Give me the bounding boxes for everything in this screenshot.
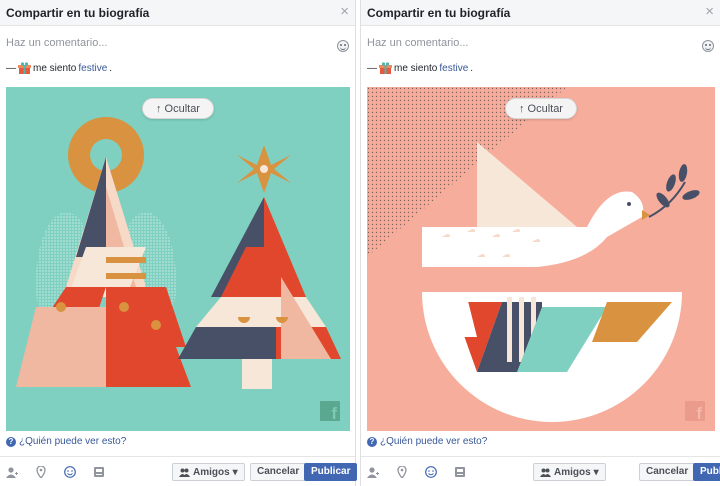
hide-label: Ocultar xyxy=(164,102,200,115)
emoji-picker-icon[interactable] xyxy=(702,40,714,52)
privacy-label: ¿Quién puede ver esto? xyxy=(19,436,127,447)
shared-image-trees: ↑ Ocultar f xyxy=(6,87,350,431)
feeling-period: . xyxy=(470,62,474,74)
feeling-value-link[interactable]: festive xyxy=(78,63,107,74)
feeling-text: me siento xyxy=(33,62,77,74)
facebook-logo-icon: f xyxy=(320,401,340,423)
privacy-help-link[interactable]: ? ¿Quién puede ver esto? xyxy=(367,436,487,447)
feeling-text: me siento xyxy=(394,62,438,74)
location-pin-icon[interactable] xyxy=(396,466,408,478)
friends-icon xyxy=(540,468,551,477)
dialog-header: Compartir en tu biografía × xyxy=(361,0,720,26)
comment-input[interactable]: Haz un comentario... xyxy=(6,37,108,49)
chevron-down-icon: ▾ xyxy=(232,466,238,478)
feeling-value-link[interactable]: festive xyxy=(439,63,468,74)
tag-friends-icon[interactable] xyxy=(6,466,18,478)
arrow-up-icon: ↑ xyxy=(519,102,525,115)
feeling-period: . xyxy=(109,62,113,74)
hide-label: Ocultar xyxy=(527,102,563,115)
privacy-help-link[interactable]: ? ¿Quién puede ver esto? xyxy=(6,436,126,447)
comment-input[interactable]: Haz un comentario... xyxy=(367,37,469,49)
hide-image-button[interactable]: ↑ Ocultar xyxy=(505,98,577,119)
sticker-icon[interactable] xyxy=(454,466,466,478)
publish-button[interactable]: Publicar xyxy=(304,463,358,481)
audience-selector[interactable]: Amigos ▾ xyxy=(172,463,245,481)
gift-icon xyxy=(18,62,31,74)
publish-button[interactable]: Publicar xyxy=(693,463,720,481)
comment-row: Haz un comentario... xyxy=(0,26,355,60)
shared-image-dove: ↑ Ocultar f xyxy=(367,87,715,431)
dialog-title: Compartir en tu biografía xyxy=(6,6,150,20)
question-icon: ? xyxy=(6,436,16,447)
location-pin-icon[interactable] xyxy=(35,466,47,478)
friends-icon xyxy=(179,468,190,477)
facebook-logo-icon: f xyxy=(685,401,705,423)
question-icon: ? xyxy=(367,436,377,447)
dialog-title: Compartir en tu biografía xyxy=(367,6,511,20)
comment-row: Haz un comentario... xyxy=(361,26,720,60)
audience-label: Amigos xyxy=(193,466,230,478)
share-dialog-right: Compartir en tu biografía × Haz un comen… xyxy=(360,0,720,486)
feeling-activity: — me siento festive . xyxy=(367,62,473,74)
tag-friends-icon[interactable] xyxy=(367,466,379,478)
audience-selector[interactable]: Amigos ▾ xyxy=(533,463,606,481)
emoji-icon[interactable] xyxy=(64,466,76,478)
cancel-button[interactable]: Cancelar xyxy=(250,463,307,481)
gift-icon xyxy=(379,62,392,74)
arrow-up-icon: ↑ xyxy=(156,102,162,115)
audience-label: Amigos xyxy=(554,466,591,478)
dialog-header: Compartir en tu biografía × xyxy=(0,0,355,26)
emoji-icon[interactable] xyxy=(425,466,437,478)
sticker-icon[interactable] xyxy=(93,466,105,478)
feeling-dash: — xyxy=(367,62,377,74)
chevron-down-icon: ▾ xyxy=(593,466,599,478)
emoji-picker-icon[interactable] xyxy=(337,40,349,52)
close-icon[interactable]: × xyxy=(705,4,714,19)
dialog-footer: Amigos ▾ Cancelar Publicar xyxy=(0,456,358,486)
facebook-logo-letter: f xyxy=(696,404,702,423)
privacy-label: ¿Quién puede ver esto? xyxy=(380,436,488,447)
hide-image-button[interactable]: ↑ Ocultar xyxy=(142,98,214,119)
dialog-footer: Amigos ▾ Cancelar Publicar xyxy=(361,456,720,486)
facebook-logo-letter: f xyxy=(331,404,337,423)
dove-illustration xyxy=(367,87,715,431)
christmas-trees-illustration xyxy=(6,87,350,431)
feeling-dash: — xyxy=(6,62,16,74)
share-dialog-left: Compartir en tu biografía × Haz un comen… xyxy=(0,0,358,486)
feeling-activity: — me siento festive . xyxy=(6,62,112,74)
cancel-button[interactable]: Cancelar xyxy=(639,463,696,481)
close-icon[interactable]: × xyxy=(340,4,349,19)
